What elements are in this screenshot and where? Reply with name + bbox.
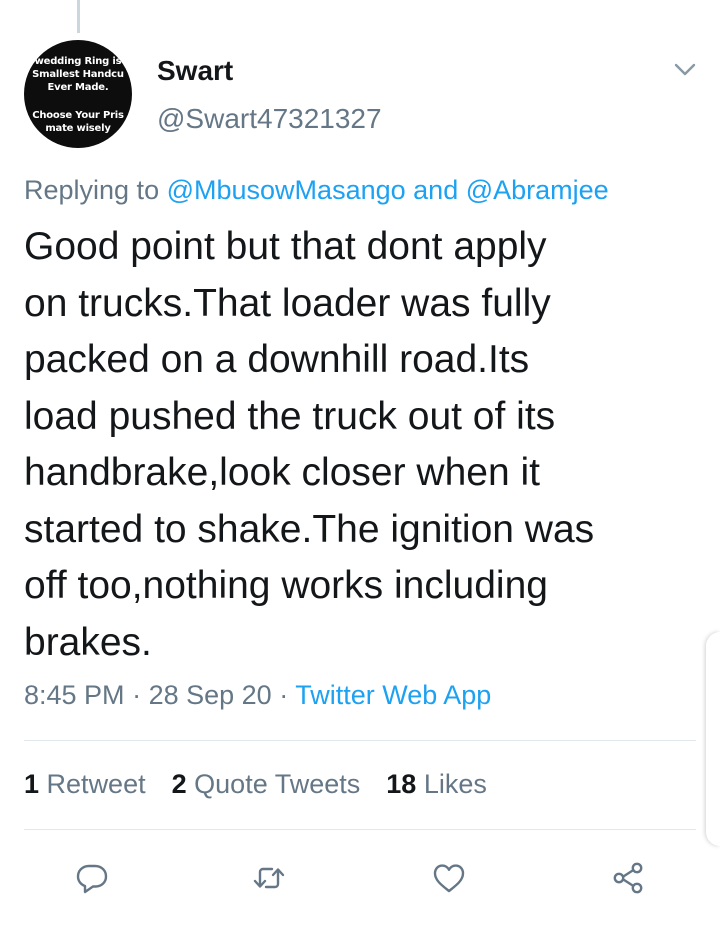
mention-link[interactable]: @Abramjee — [466, 175, 609, 205]
avatar-text-line: wedding Ring is — [34, 56, 122, 67]
tweet-text-line: load pushed the truck out of its — [24, 394, 556, 438]
thread-connector-line — [77, 0, 80, 33]
retweet-button[interactable] — [247, 856, 291, 900]
meta-separator: · — [132, 680, 142, 710]
share-button[interactable] — [606, 856, 650, 900]
share-icon — [613, 862, 643, 894]
engagement-stats: 1 Retweet 2 Quote Tweets 18 Likes — [24, 767, 487, 801]
tweet-date[interactable]: 28 Sep 20 — [149, 680, 272, 710]
side-panel-edge[interactable] — [706, 632, 720, 846]
reply-context-prefix: Replying to — [24, 175, 160, 205]
mention-link[interactable]: @MbusowMasango — [167, 175, 406, 205]
tweet-text-line: Good point but that dont apply — [24, 225, 547, 268]
avatar-text-line: Smallest Handcu — [32, 69, 124, 80]
mention-joiner: and — [413, 175, 459, 205]
chevron-down-icon[interactable] — [668, 56, 702, 84]
tweet-source-link[interactable]: Twitter Web App — [295, 680, 491, 710]
avatar[interactable]: wedding Ring is Smallest Handcu Ever Mad… — [24, 40, 132, 148]
tweet-text-line: on trucks.That loader was fully — [24, 281, 551, 325]
retweets-stat[interactable]: 1 Retweet — [24, 769, 146, 799]
tweet-text-line: packed on a downhill road.Its — [24, 338, 530, 381]
retweet-icon — [253, 867, 285, 889]
tweet-time[interactable]: 8:45 PM — [24, 680, 125, 710]
avatar-text-line: Ever Made. — [47, 82, 109, 93]
quote-tweets-stat[interactable]: 2 Quote Tweets — [172, 769, 361, 799]
like-button[interactable] — [427, 856, 471, 900]
tweet-text-line: brakes. — [24, 620, 152, 664]
retweets-count: 1 — [24, 769, 40, 799]
author-handle[interactable]: @Swart47321327 — [157, 102, 382, 136]
divider — [24, 829, 696, 830]
reply-button[interactable] — [70, 856, 114, 900]
quote-tweets-count: 2 — [171, 769, 187, 799]
likes-count: 18 — [386, 769, 417, 799]
avatar-text-line: Choose Your Pris — [32, 110, 124, 121]
author-display-name[interactable]: Swart — [157, 54, 233, 88]
heart-icon — [433, 864, 465, 893]
tweet-detail-page: wedding Ring is Smallest Handcu Ever Mad… — [0, 0, 720, 926]
meta-separator: · — [279, 680, 289, 710]
quote-tweets-label: Quote Tweets — [194, 769, 361, 799]
divider — [24, 740, 696, 741]
avatar-text-line: mate wisely — [45, 123, 111, 134]
likes-label: Likes — [423, 769, 487, 799]
tweet-text-line: off too,nothing works including — [24, 564, 548, 607]
reply-icon — [76, 864, 108, 894]
tweet-text: Good point but that dont apply on trucks… — [24, 219, 704, 671]
retweets-label: Retweet — [46, 769, 146, 799]
reply-context: Replying to @MbusowMasango and @Abramjee — [24, 173, 609, 207]
likes-stat[interactable]: 18 Likes — [386, 769, 487, 799]
tweet-text-line: started to shake.The ignition was — [24, 507, 595, 551]
tweet-meta: 8:45 PM · 28 Sep 20 · Twitter Web App — [24, 678, 491, 712]
tweet-text-line: handbrake,look closer when it — [24, 451, 540, 494]
